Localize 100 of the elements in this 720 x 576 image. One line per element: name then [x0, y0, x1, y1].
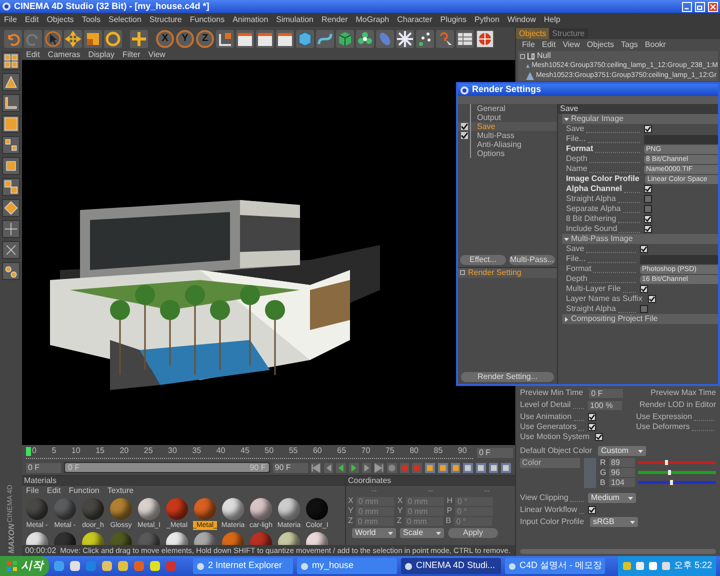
- quick-launch-icon[interactable]: [149, 560, 161, 572]
- axis-lock-button[interactable]: Z: [196, 30, 214, 48]
- menu-item[interactable]: Objects: [586, 39, 614, 51]
- material-swatch[interactable]: [26, 498, 48, 520]
- skip-start-icon[interactable]: [310, 462, 320, 472]
- playhead-marker[interactable]: [26, 447, 31, 456]
- circles-icon[interactable]: [2, 262, 20, 280]
- material-swatch[interactable]: [250, 498, 272, 520]
- flower-icon[interactable]: [356, 30, 374, 48]
- dropdown[interactable]: Custom: [598, 446, 646, 456]
- dialog-button[interactable]: Multi-Pass...: [509, 254, 555, 264]
- panel-tab[interactable]: Structure: [549, 28, 588, 39]
- collapse-box-icon[interactable]: [460, 270, 465, 275]
- material-swatch[interactable]: [194, 498, 216, 520]
- settings-tree-item[interactable]: Anti-Aliasing: [458, 140, 557, 149]
- step-back-icon[interactable]: [324, 462, 334, 472]
- restore-icon[interactable]: [695, 2, 705, 12]
- checker-icon[interactable]: [2, 136, 20, 154]
- menu-item[interactable]: Animation: [232, 14, 268, 26]
- section-toggle[interactable]: Multi-Pass Image: [562, 234, 718, 244]
- settings-tree-item[interactable]: Options: [458, 149, 557, 158]
- step-forward-icon[interactable]: [362, 462, 372, 472]
- add-icon[interactable]: [130, 30, 148, 48]
- checkbox[interactable]: [648, 295, 656, 303]
- checkbox[interactable]: [644, 195, 652, 203]
- menu-item[interactable]: File: [522, 39, 535, 51]
- coordinate-axes-icon[interactable]: [216, 30, 234, 48]
- taskbar-button[interactable]: C4D 설명서 - 메모장: [505, 558, 605, 574]
- checkbox[interactable]: [640, 305, 648, 313]
- render-setting-item[interactable]: Render Setting: [458, 268, 557, 278]
- material-swatch[interactable]: [54, 498, 76, 520]
- color-slider[interactable]: [638, 471, 716, 474]
- collapse-box-icon[interactable]: [520, 54, 525, 58]
- material-swatch[interactable]: [110, 498, 132, 520]
- square-icon[interactable]: [2, 115, 20, 133]
- material-swatch[interactable]: [138, 498, 160, 520]
- menu-item[interactable]: Cameras: [48, 49, 80, 61]
- skip-end-icon[interactable]: [374, 462, 384, 472]
- cage-cube-icon[interactable]: [336, 30, 354, 48]
- close-icon[interactable]: [708, 2, 718, 12]
- settings-tree-item[interactable]: Multi-Pass: [458, 131, 557, 140]
- checkbox[interactable]: [588, 423, 596, 431]
- section-toggle[interactable]: Regular Image: [562, 114, 718, 124]
- clapperboard-icon[interactable]: [276, 30, 294, 48]
- material-swatch[interactable]: [222, 498, 244, 520]
- number-field[interactable]: 100 %: [588, 400, 622, 410]
- curve-icon[interactable]: [316, 30, 334, 48]
- taskbar-button[interactable]: my_house: [297, 558, 397, 574]
- move-icon[interactable]: [64, 30, 82, 48]
- number-field[interactable]: 89: [609, 458, 635, 467]
- number-field[interactable]: 96: [609, 468, 635, 477]
- menu-item[interactable]: Character: [397, 14, 432, 26]
- keyframe-icon[interactable]: [501, 462, 512, 472]
- menu-item[interactable]: Texture: [107, 485, 134, 497]
- rotate-icon[interactable]: [104, 30, 122, 48]
- dropdown[interactable]: sRGB: [590, 517, 638, 527]
- layout-grid-icon[interactable]: [2, 52, 20, 70]
- menu-item[interactable]: Function: [68, 485, 100, 497]
- menu-item[interactable]: Objects: [46, 14, 74, 26]
- axis-lock-button[interactable]: Y: [176, 30, 194, 48]
- section-toggle[interactable]: Compositing Project File: [562, 314, 718, 324]
- number-field[interactable]: 0 F: [589, 388, 624, 398]
- menu-item[interactable]: Edit: [24, 14, 39, 26]
- minimize-icon[interactable]: [682, 2, 692, 12]
- menu-item[interactable]: Functions: [190, 14, 225, 26]
- color-slider[interactable]: [638, 461, 716, 464]
- undo-icon[interactable]: [4, 30, 22, 48]
- checkbox[interactable]: [644, 205, 652, 213]
- slider-thumb[interactable]: [670, 480, 673, 485]
- number-field[interactable]: 104: [609, 478, 635, 487]
- menu-item[interactable]: Display: [88, 49, 114, 61]
- menu-item[interactable]: Structure: [149, 14, 182, 26]
- menu-item[interactable]: Tags: [621, 39, 638, 51]
- box-icon[interactable]: [2, 157, 20, 175]
- param-key-icon[interactable]: [463, 462, 473, 472]
- burst-icon[interactable]: [396, 30, 414, 48]
- color-swatch[interactable]: [584, 458, 596, 488]
- material-swatch[interactable]: [306, 498, 328, 520]
- start-button[interactable]: 시작: [0, 556, 49, 576]
- scrollbar[interactable]: [520, 549, 716, 554]
- cube-icon[interactable]: [296, 30, 314, 48]
- mode-dropdown[interactable]: Scale: [400, 528, 444, 538]
- checkbox[interactable]: [588, 506, 596, 514]
- rotate-key-icon[interactable]: [450, 462, 460, 472]
- particles-icon[interactable]: [416, 30, 434, 48]
- menu-item[interactable]: Plugins: [440, 14, 466, 26]
- menu-item[interactable]: Edit: [26, 49, 40, 61]
- axis-corner-icon[interactable]: [2, 94, 20, 112]
- help-cursor-icon[interactable]: [436, 30, 454, 48]
- menu-item[interactable]: Window: [507, 14, 536, 26]
- play-icon[interactable]: [348, 462, 359, 472]
- apply-button[interactable]: Apply: [448, 528, 498, 538]
- menu-item[interactable]: Edit: [542, 39, 556, 51]
- frame-field[interactable]: 0 F: [477, 448, 513, 458]
- menu-item[interactable]: Bookr: [644, 39, 666, 51]
- menu-item[interactable]: View: [562, 39, 580, 51]
- checkbox[interactable]: [644, 215, 652, 223]
- material-swatch[interactable]: [278, 498, 300, 520]
- scale-icon[interactable]: [84, 30, 102, 48]
- menu-item[interactable]: View: [148, 49, 166, 61]
